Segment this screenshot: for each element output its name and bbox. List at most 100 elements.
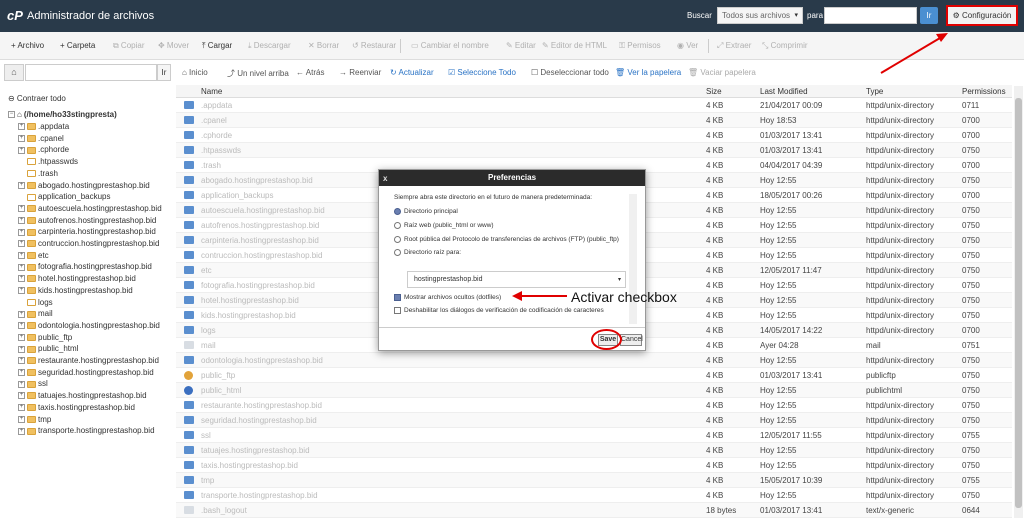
tree-item[interactable]: logs — [18, 297, 53, 308]
nav-item-3[interactable]: → Reenviar — [339, 68, 381, 77]
disable-encoding-dialog-option[interactable]: Deshabilitar los diálogos de verificació… — [394, 307, 604, 314]
toolbar-item-0[interactable]: + Archivo — [11, 41, 44, 50]
toolbar-item-9[interactable]: ✎ Editar — [506, 41, 536, 50]
tree-root[interactable]: − ⌂ (/home/ho33stingpresta) — [8, 109, 117, 120]
table-row[interactable]: taxis.hostingprestashop.bid 4 KB Hoy 12:55… — [176, 458, 1012, 473]
expand-icon[interactable]: + — [18, 357, 25, 365]
tree-item[interactable]: + public_ftp — [18, 332, 72, 343]
file-name[interactable]: autoescuela.hostingprestashop.bid — [201, 206, 325, 215]
column-header-4[interactable]: Permissions — [962, 87, 1006, 96]
toolbar-item-14[interactable]: ⤡ Comprimir — [762, 41, 808, 51]
toolbar-item-4[interactable]: ⤒ Cargar — [202, 41, 232, 51]
expand-icon[interactable]: + — [18, 369, 25, 377]
expand-icon[interactable]: + — [18, 135, 25, 143]
tree-item[interactable]: + autofrenos.hostingprestashop.bid — [18, 215, 156, 226]
expand-icon[interactable]: + — [18, 287, 25, 295]
expand-icon[interactable]: + — [18, 240, 25, 248]
toolbar-item-12[interactable]: ◉ Ver — [677, 41, 698, 50]
search-input[interactable] — [824, 7, 917, 24]
file-name[interactable]: taxis.hostingprestashop.bid — [201, 461, 298, 470]
table-row[interactable]: tatuajes.hostingprestashop.bid 4 KB Hoy 12… — [176, 443, 1012, 458]
table-row[interactable]: public_ftp 4 KB 01/03/2017 13:41 publicftp 0… — [176, 368, 1012, 383]
expand-icon[interactable]: + — [18, 333, 25, 341]
expand-icon[interactable]: + — [18, 228, 25, 236]
column-header-1[interactable]: Size — [706, 87, 722, 96]
tree-item[interactable]: + .appdata — [18, 121, 69, 132]
file-name[interactable]: logs — [201, 326, 216, 335]
path-go-button[interactable]: Ir — [157, 64, 171, 81]
expand-icon[interactable]: + — [18, 380, 25, 388]
nav-item-6[interactable]: ☐ Deseleccionar todo — [531, 68, 609, 77]
expand-icon[interactable]: + — [18, 415, 25, 423]
toolbar-item-5[interactable]: ⤓ Descargar — [248, 41, 291, 51]
expand-icon[interactable]: + — [18, 205, 25, 213]
file-name[interactable]: .cpanel — [201, 116, 227, 125]
toolbar-item-3[interactable]: ✥ Mover — [158, 41, 189, 50]
expand-icon[interactable]: + — [18, 263, 25, 271]
tree-item[interactable]: .trash — [18, 168, 58, 179]
table-row[interactable]: .bash_logout 18 bytes 01/03/2017 13:41 text… — [176, 503, 1012, 518]
toolbar-item-10[interactable]: ✎ Editor de HTML — [542, 41, 607, 50]
table-row[interactable]: transporte.hostingprestashop.bid 4 KB Hoy … — [176, 488, 1012, 503]
tree-item[interactable]: + abogado.hostingprestashop.bid — [18, 180, 150, 191]
tree-item[interactable]: + mail — [18, 308, 53, 319]
tree-item[interactable]: + ssl — [18, 378, 48, 389]
nav-item-5[interactable]: ☑ Seleccione Todo — [448, 68, 516, 77]
file-name[interactable]: fotografia.hostingprestashop.bid — [201, 281, 315, 290]
table-scrollbar[interactable] — [1014, 86, 1023, 518]
show-hidden-files-option[interactable]: Mostrar archivos ocultos (dotfiles) — [394, 294, 501, 301]
cancel-button[interactable]: Cancel — [620, 334, 643, 346]
file-name[interactable]: kids.hostingprestashop.bid — [201, 311, 296, 320]
close-icon[interactable]: x — [383, 171, 387, 187]
toolbar-item-1[interactable]: + Carpeta — [60, 41, 95, 50]
expand-icon[interactable]: + — [18, 123, 25, 131]
file-name[interactable]: .trash — [201, 161, 221, 170]
tree-item[interactable]: + .cphorde — [18, 144, 69, 155]
file-name[interactable]: abogado.hostingprestashop.bid — [201, 176, 313, 185]
open-dir-option-3[interactable]: Directorio raíz para: — [394, 249, 461, 256]
table-row[interactable]: ssl 4 KB 12/05/2017 11:55 httpd/unix-direct… — [176, 428, 1012, 443]
path-input[interactable] — [25, 64, 157, 81]
toolbar-item-6[interactable]: ✕ Borrar — [308, 41, 339, 50]
expand-icon[interactable]: + — [18, 275, 25, 283]
tree-item[interactable]: + carpinteria.hostingprestashop.bid — [18, 226, 156, 237]
table-row[interactable]: restaurante.hostingprestashop.bid 4 KB Hoy… — [176, 398, 1012, 413]
tree-item[interactable]: .htpasswds — [18, 156, 78, 167]
tree-item[interactable]: + fotografia.hostingprestashop.bid — [18, 261, 152, 272]
file-name[interactable]: autofrenos.hostingprestashop.bid — [201, 221, 319, 230]
file-name[interactable]: tmp — [201, 476, 214, 485]
tree-item[interactable]: application_backups — [18, 191, 111, 202]
column-header-0[interactable]: Name — [201, 87, 222, 96]
file-name[interactable]: tatuajes.hostingprestashop.bid — [201, 446, 310, 455]
table-row[interactable]: seguridad.hostingprestashop.bid 4 KB Hoy 1… — [176, 413, 1012, 428]
column-header-2[interactable]: Last Modified — [760, 87, 808, 96]
open-dir-option-2[interactable]: Root pública del Protocolo de transferen… — [394, 236, 619, 243]
collapse-all-button[interactable]: ⊖ Contraer todo — [8, 94, 66, 103]
expand-icon[interactable]: + — [18, 216, 25, 224]
nav-item-1[interactable]: ⤴ Un nivel arriba — [227, 68, 289, 79]
toolbar-item-2[interactable]: ⧉ Copiar — [113, 41, 145, 51]
file-name[interactable]: .cphorde — [201, 131, 232, 140]
file-name[interactable]: hotel.hostingprestashop.bid — [201, 296, 299, 305]
tree-item[interactable]: + restaurante.hostingprestashop.bid — [18, 355, 159, 366]
tree-item[interactable]: + contruccion.hostingprestashop.bid — [18, 238, 159, 249]
tree-item[interactable]: + taxis.hostingprestashop.bid — [18, 402, 135, 413]
tree-item[interactable]: + tmp — [18, 414, 51, 425]
tree-item[interactable]: + public_html — [18, 343, 78, 354]
toolbar-item-7[interactable]: ↺ Restaurar — [352, 41, 396, 50]
expand-icon[interactable]: + — [18, 181, 25, 189]
nav-item-0[interactable]: ⌂ Inicio — [182, 68, 208, 77]
search-scope-select[interactable]: Todos sus archivos ▾ — [717, 7, 803, 24]
home-icon[interactable]: ⌂ — [4, 64, 24, 81]
nav-item-8[interactable]: 🗑 Vaciar papelera — [688, 68, 756, 77]
file-name[interactable]: public_ftp — [201, 371, 235, 380]
radio-button[interactable] — [394, 249, 401, 256]
tree-item[interactable]: + autoescuela.hostingprestashop.bid — [18, 203, 162, 214]
tree-item[interactable]: + hotel.hostingprestashop.bid — [18, 273, 136, 284]
tree-item[interactable]: + kids.hostingprestashop.bid — [18, 285, 133, 296]
expand-icon[interactable]: + — [18, 345, 25, 353]
file-name[interactable]: .htpasswds — [201, 146, 241, 155]
domain-select[interactable]: hostingprestashop.bid ▾ — [407, 271, 626, 288]
file-name[interactable]: mail — [201, 341, 216, 350]
file-name[interactable]: application_backups — [201, 191, 274, 200]
